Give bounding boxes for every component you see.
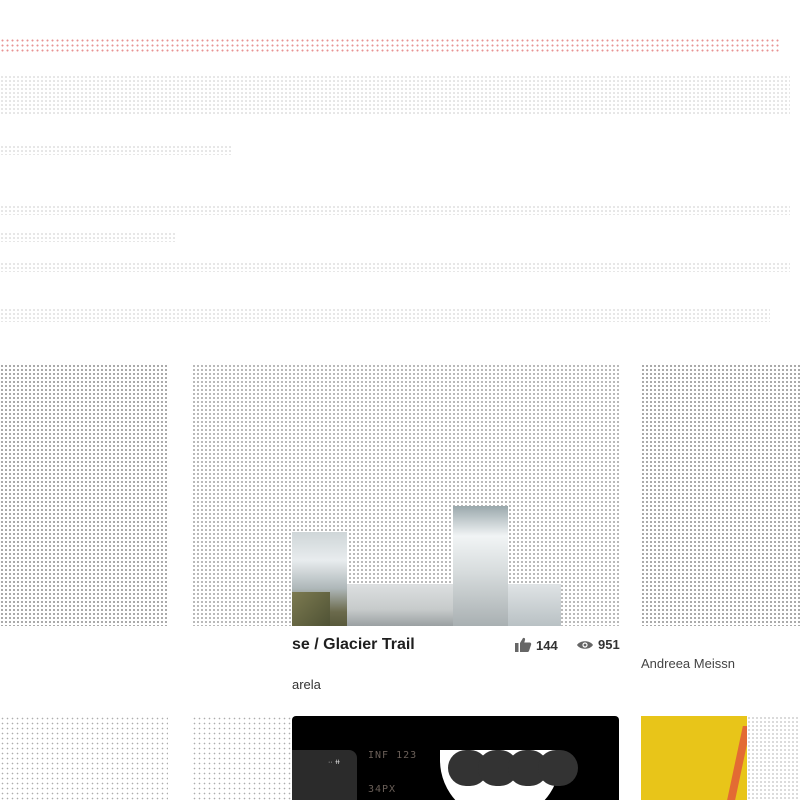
- thumbs-up-icon: [515, 637, 532, 652]
- description-line-2: [0, 232, 175, 242]
- shot-title[interactable]: se / Glacier Trail: [292, 636, 415, 654]
- thumbnail-placeholder: [747, 716, 800, 800]
- eye-icon: [577, 640, 593, 649]
- description-line-3: [0, 262, 790, 272]
- hero-subtext: [0, 145, 232, 155]
- shot-author-right[interactable]: Andreea Meissn: [641, 656, 735, 671]
- likes-count: 144: [536, 637, 558, 653]
- header-area: [0, 0, 800, 345]
- pill-shapes: [448, 750, 580, 786]
- views-stat: 951: [576, 637, 620, 652]
- shot-thumbnail-main-2[interactable]: ·· ⧺ INF 123 34PX: [292, 716, 619, 800]
- shot-thumbnail-main[interactable]: [192, 364, 620, 626]
- shot-thumbnail-left-2[interactable]: [0, 716, 168, 800]
- waterfall-photo-right: [453, 506, 508, 626]
- code-label: INF 123: [368, 750, 418, 761]
- likes-stat[interactable]: 144: [514, 637, 558, 653]
- shot-thumbnail-left[interactable]: [0, 364, 168, 626]
- pill-shape: [538, 750, 578, 786]
- shot-author[interactable]: arela: [292, 677, 321, 692]
- mist-photo: [347, 584, 453, 626]
- phone-status-icons: ·· ⧺: [328, 759, 341, 766]
- mist-photo-right: [508, 584, 561, 626]
- hero-heading: [0, 75, 790, 115]
- phone-mockup: [292, 750, 357, 800]
- shot-title-row: se / Glacier Trail 144 951: [192, 636, 620, 656]
- filter-tabs[interactable]: [0, 308, 770, 322]
- header-links-row: [0, 38, 780, 52]
- shot-thumbnail-right[interactable]: [641, 364, 800, 626]
- shot-thumbnail-right-2[interactable]: [641, 716, 800, 800]
- thumbnail-placeholder: [192, 716, 292, 800]
- description-line: [0, 205, 790, 215]
- views-count: 951: [598, 637, 620, 652]
- cliff-photo: [292, 592, 330, 626]
- code-label-2: 34PX: [368, 784, 397, 795]
